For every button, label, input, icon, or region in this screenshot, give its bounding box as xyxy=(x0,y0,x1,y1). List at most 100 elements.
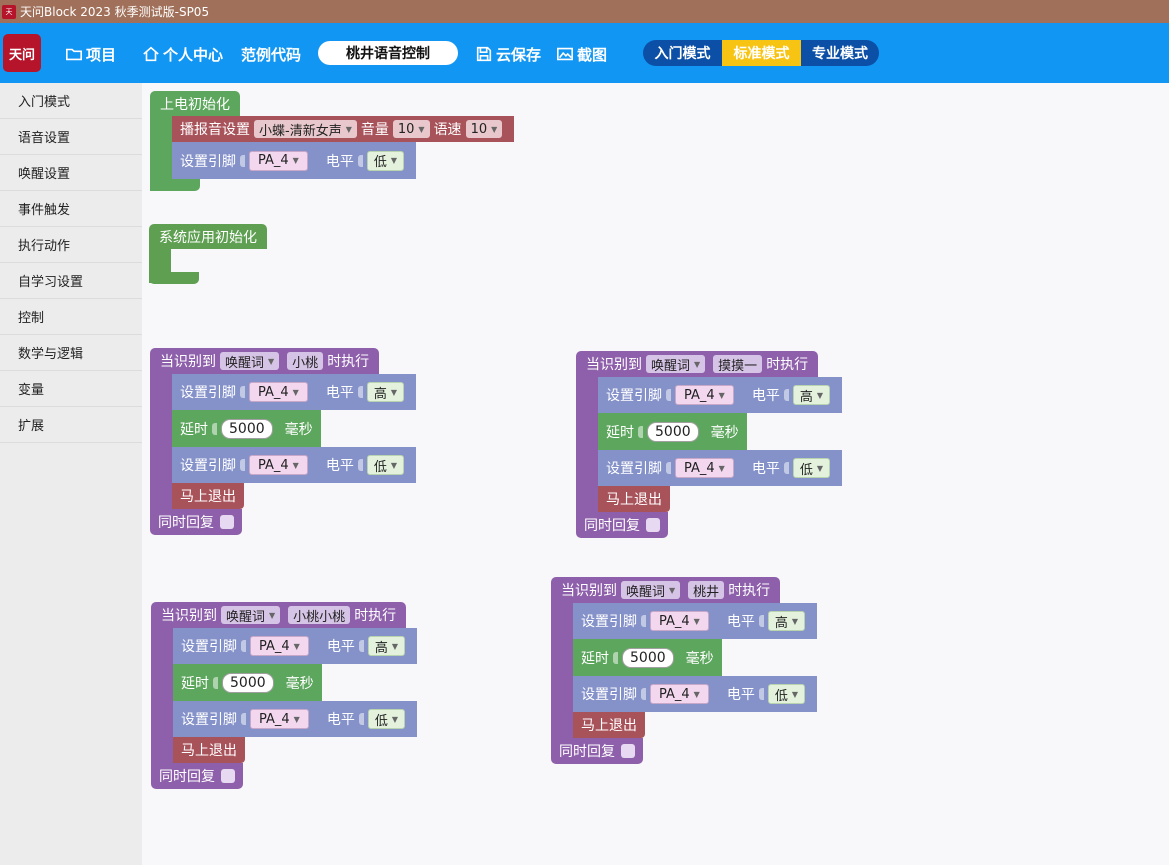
delay-block[interactable]: 延时 5000 毫秒 xyxy=(173,664,322,701)
sidebar-item-actions[interactable]: 执行动作 xyxy=(0,227,142,263)
level-dropdown[interactable]: 高 ▼ xyxy=(366,382,404,402)
reply-checkbox[interactable] xyxy=(221,769,235,783)
app-logo[interactable]: 天问 xyxy=(3,34,41,72)
mode-beginner[interactable]: 入门模式 xyxy=(643,40,722,66)
dropdown-arrow-icon: ▼ xyxy=(791,616,798,626)
sidebar-item-control[interactable]: 控制 xyxy=(0,299,142,335)
voice-setting-block[interactable]: 播报音设置 小蝶-清新女声 ▼ 音量 10 ▼ 语速 10 ▼ xyxy=(172,116,515,142)
level-dropdown[interactable]: 高 ▼ xyxy=(367,636,405,656)
dropdown-arrow-icon: ▼ xyxy=(345,124,352,134)
block-workspace[interactable]: 上电初始化 播报音设置 小蝶-清新女声 ▼ 音量 10 ▼ 语速 10 ▼ 设置引脚 … xyxy=(142,83,1169,865)
save-icon xyxy=(476,46,492,62)
wake-word-dropdown[interactable]: 唤醒词 ▼ xyxy=(621,581,681,600)
set-pin-low-block[interactable]: 设置引脚 PA_4 ▼ 电平 低 ▼ xyxy=(598,450,842,486)
example-code-button[interactable]: 范例代码 xyxy=(241,43,301,65)
user-center-button[interactable]: 个人中心 xyxy=(142,43,223,65)
set-pin-high-block[interactable]: 设置引脚 PA_4 ▼ 电平 高 ▼ xyxy=(573,603,817,639)
pin-dropdown[interactable]: PA_4 ▼ xyxy=(650,684,709,704)
wake-word-dropdown[interactable]: 唤醒词 ▼ xyxy=(221,606,281,625)
pin-dropdown[interactable]: PA_4 ▼ xyxy=(250,709,309,729)
delay-value-field[interactable]: 5000 xyxy=(647,421,699,442)
screenshot-button[interactable]: 截图 xyxy=(556,43,607,65)
pin-dropdown[interactable]: PA_4 ▼ xyxy=(675,458,734,478)
set-pin-high-block[interactable]: 设置引脚 PA_4 ▼ 电平 高 ▼ xyxy=(173,628,417,664)
block-hat: 上电初始化 xyxy=(150,91,240,116)
exit-block[interactable]: 马上退出 xyxy=(598,486,670,512)
sidebar-item-variables[interactable]: 变量 xyxy=(0,371,142,407)
window-title: 天问Block 2023 秋季测试版-SP05 xyxy=(20,5,210,19)
pin-dropdown[interactable]: PA_4 ▼ xyxy=(675,385,734,405)
set-pin-block[interactable]: 设置引脚 PA_4 ▼ 电平 低 ▼ xyxy=(172,142,416,179)
dropdown-arrow-icon: ▼ xyxy=(292,460,299,470)
set-pin-high-block[interactable]: 设置引脚 PA_4 ▼ 电平 高 ▼ xyxy=(598,377,842,413)
delay-value-field[interactable]: 5000 xyxy=(221,418,273,439)
dropdown-arrow-icon: ▼ xyxy=(418,124,425,134)
sidebar-item-self-learning[interactable]: 自学习设置 xyxy=(0,263,142,299)
speed-dropdown[interactable]: 10 ▼ xyxy=(465,120,503,138)
delay-block[interactable]: 延时 5000 毫秒 xyxy=(598,413,747,450)
pin-dropdown[interactable]: PA_4 ▼ xyxy=(249,150,308,171)
reply-checkbox[interactable] xyxy=(621,744,635,758)
sidebar-item-math-logic[interactable]: 数学与逻辑 xyxy=(0,335,142,371)
set-pin-high-block[interactable]: 设置引脚 PA_4 ▼ 电平 高 ▼ xyxy=(172,374,416,410)
cloud-save-button[interactable]: 云保存 xyxy=(475,43,541,65)
pin-dropdown[interactable]: PA_4 ▼ xyxy=(650,611,709,631)
reply-checkbox[interactable] xyxy=(220,515,234,529)
dropdown-arrow-icon: ▼ xyxy=(293,714,300,724)
block-category-sidebar: 入门模式 语音设置 唤醒设置 事件触发 执行动作 自学习设置 控制 数学与逻辑 … xyxy=(0,83,142,865)
set-pin-low-block[interactable]: 设置引脚 PA_4 ▼ 电平 低 ▼ xyxy=(173,701,417,737)
sidebar-item-wake-settings[interactable]: 唤醒设置 xyxy=(0,155,142,191)
set-pin-low-block[interactable]: 设置引脚 PA_4 ▼ 电平 低 ▼ xyxy=(172,447,416,483)
voice-dropdown[interactable]: 小蝶-清新女声 ▼ xyxy=(254,120,357,139)
level-dropdown[interactable]: 低 ▼ xyxy=(767,684,805,704)
mode-professional[interactable]: 专业模式 xyxy=(801,40,879,66)
dropdown-arrow-icon: ▼ xyxy=(292,387,299,397)
wake-word-dropdown[interactable]: 唤醒词 ▼ xyxy=(220,352,280,371)
exit-block[interactable]: 马上退出 xyxy=(173,737,245,763)
pin-dropdown[interactable]: PA_4 ▼ xyxy=(249,455,308,475)
level-dropdown[interactable]: 高 ▼ xyxy=(767,611,805,631)
exit-block[interactable]: 马上退出 xyxy=(573,712,645,738)
pin-dropdown[interactable]: PA_4 ▼ xyxy=(250,636,309,656)
delay-value-field[interactable]: 5000 xyxy=(222,672,274,693)
sidebar-item-event-trigger[interactable]: 事件触发 xyxy=(0,191,142,227)
title-bar: 天 天问Block 2023 秋季测试版-SP05 xyxy=(0,0,1169,23)
set-pin-low-block[interactable]: 设置引脚 PA_4 ▼ 电平 低 ▼ xyxy=(573,676,817,712)
wake-word-dropdown[interactable]: 唤醒词 ▼ xyxy=(646,355,706,374)
home-icon xyxy=(143,46,159,62)
dropdown-arrow-icon: ▼ xyxy=(816,463,823,473)
level-dropdown[interactable]: 低 ▼ xyxy=(366,455,404,475)
sidebar-item-extensions[interactable]: 扩展 xyxy=(0,407,142,443)
reply-row: 同时回复 xyxy=(551,738,643,764)
keyword-field[interactable]: 小桃小桃 xyxy=(288,606,351,625)
level-dropdown[interactable]: 低 ▼ xyxy=(366,150,404,171)
mode-standard[interactable]: 标准模式 xyxy=(722,40,801,66)
keyword-field[interactable]: 桃井 xyxy=(688,581,725,600)
dropdown-arrow-icon: ▼ xyxy=(390,387,397,397)
sidebar-item-voice-settings[interactable]: 语音设置 xyxy=(0,119,142,155)
dropdown-arrow-icon: ▼ xyxy=(669,585,676,595)
delay-block[interactable]: 延时 5000 毫秒 xyxy=(172,410,321,447)
dropdown-arrow-icon: ▼ xyxy=(391,641,398,651)
dropdown-arrow-icon: ▼ xyxy=(391,714,398,724)
pin-dropdown[interactable]: PA_4 ▼ xyxy=(249,382,308,402)
block-hat: 当识别到 唤醒词 ▼ 小桃小桃 时执行 xyxy=(151,602,407,628)
level-dropdown[interactable]: 低 ▼ xyxy=(367,709,405,729)
image-icon xyxy=(556,47,574,61)
level-dropdown[interactable]: 低 ▼ xyxy=(792,458,830,478)
sidebar-item-beginner[interactable]: 入门模式 xyxy=(0,83,142,119)
delay-block[interactable]: 延时 5000 毫秒 xyxy=(573,639,722,676)
keyword-field[interactable]: 摸摸一 xyxy=(713,355,763,374)
volume-dropdown[interactable]: 10 ▼ xyxy=(392,120,430,138)
delay-value-field[interactable]: 5000 xyxy=(622,647,674,668)
level-dropdown[interactable]: 高 ▼ xyxy=(792,385,830,405)
mode-switch: 入门模式 标准模式 专业模式 xyxy=(643,40,879,66)
exit-block[interactable]: 马上退出 xyxy=(172,483,244,509)
keyword-field[interactable]: 小桃 xyxy=(287,352,324,371)
dropdown-arrow-icon: ▼ xyxy=(268,356,275,366)
project-button[interactable]: 项目 xyxy=(65,43,116,65)
dropdown-arrow-icon: ▼ xyxy=(694,359,701,369)
project-name-field[interactable]: 桃井语音控制 xyxy=(318,41,458,65)
dropdown-arrow-icon: ▼ xyxy=(693,689,700,699)
reply-checkbox[interactable] xyxy=(646,518,660,532)
